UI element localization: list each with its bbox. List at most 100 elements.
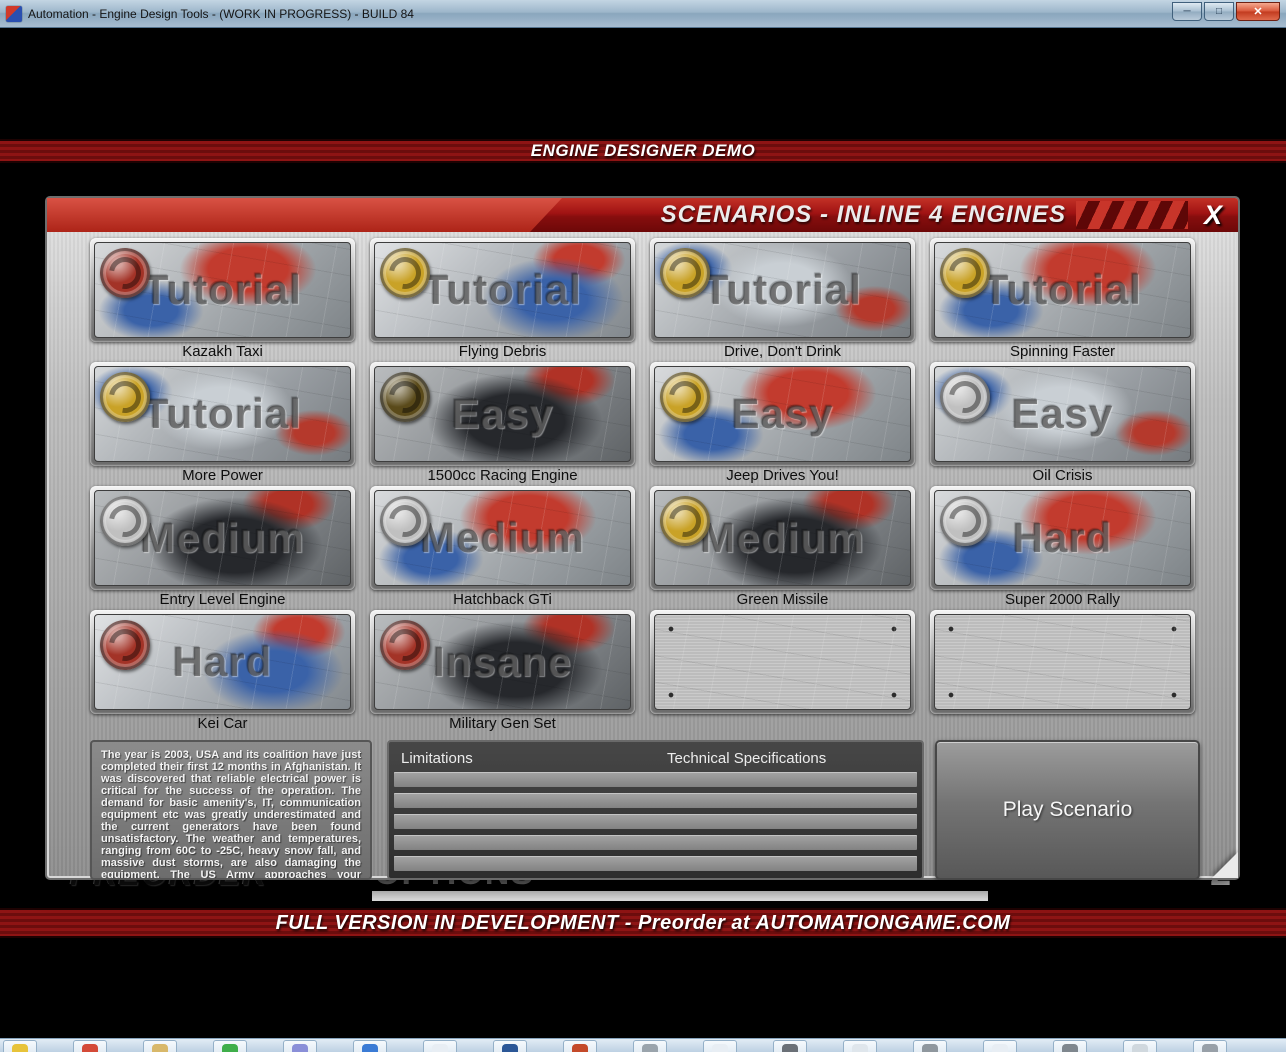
- scenario-name: More Power: [182, 467, 263, 484]
- bottom-banner-label: FULL VERSION IN DEVELOPMENT - Preorder a…: [275, 911, 1011, 934]
- scenario-tile[interactable]: Hard Super 2000 Rally: [930, 486, 1195, 610]
- taskbar-icon[interactable]: [1193, 1040, 1227, 1052]
- scenario-thumbnail: Tutorial: [94, 242, 351, 338]
- scenario-thumbnail: Easy: [934, 366, 1191, 462]
- tile-frame: Tutorial: [650, 238, 915, 342]
- app-icon: [362, 1044, 378, 1052]
- tile-frame: Medium: [90, 486, 355, 590]
- spec-row: [394, 772, 917, 787]
- screen: Automation - Engine Design Tools - (WORK…: [0, 0, 1286, 1052]
- difficulty-medal-icon: [380, 496, 430, 546]
- scenario-thumbnail: [934, 614, 1191, 710]
- scenario-thumbnail: Tutorial: [934, 242, 1191, 338]
- app-icon: [572, 1044, 588, 1052]
- taskbar-icon[interactable]: [213, 1040, 247, 1052]
- dialog-close-button[interactable]: X: [1194, 199, 1232, 231]
- app-icon: [712, 1044, 728, 1052]
- app-icon: [152, 1044, 168, 1052]
- scenario-tile[interactable]: Easy Oil Crisis: [930, 362, 1195, 486]
- taskbar-icon[interactable]: [423, 1040, 457, 1052]
- scenario-tile[interactable]: Insane Military Gen Set: [370, 610, 635, 734]
- tile-frame: Medium: [650, 486, 915, 590]
- taskbar-icon[interactable]: [3, 1040, 37, 1052]
- scenario-tile[interactable]: Tutorial Flying Debris: [370, 238, 635, 362]
- taskbar-icon[interactable]: [73, 1040, 107, 1052]
- play-scenario-button[interactable]: Play Scenario: [935, 740, 1200, 880]
- taskbar-icon[interactable]: [493, 1040, 527, 1052]
- taskbar-icon[interactable]: [773, 1040, 807, 1052]
- tech-specs-header: Technical Specifications: [667, 750, 827, 767]
- tile-frame: [930, 610, 1195, 714]
- window-app-icon: [6, 5, 22, 22]
- scenario-tile[interactable]: Medium Entry Level Engine: [90, 486, 355, 610]
- hazard-stripes-icon: [1076, 201, 1188, 229]
- taskbar-icon[interactable]: [913, 1040, 947, 1052]
- taskbar-icon[interactable]: [563, 1040, 597, 1052]
- app-icon: [432, 1044, 448, 1052]
- empty-scenario-slot: [650, 610, 915, 734]
- scenario-tile[interactable]: Tutorial Kazakh Taxi: [90, 238, 355, 362]
- taskbar-icon[interactable]: [983, 1040, 1017, 1052]
- scenario-name: Super 2000 Rally: [1004, 591, 1121, 608]
- window-close-button[interactable]: ✕: [1236, 2, 1280, 21]
- scenario-name: Green Missile: [736, 591, 829, 608]
- window-maximize-button[interactable]: □: [1204, 2, 1234, 21]
- difficulty-medal-icon: [380, 372, 430, 422]
- app-icon: [922, 1044, 938, 1052]
- app-icon: [292, 1044, 308, 1052]
- tile-frame: Hard: [90, 610, 355, 714]
- scenario-tile[interactable]: Medium Green Missile: [650, 486, 915, 610]
- scenario-name: 1500cc Racing Engine: [427, 467, 578, 484]
- difficulty-medal-icon: [660, 248, 710, 298]
- spec-row: [394, 814, 917, 829]
- limitations-header: Limitations: [401, 750, 473, 767]
- window-minimize-button[interactable]: ─: [1172, 2, 1202, 21]
- spec-row: [394, 835, 917, 850]
- scenario-tile[interactable]: Hard Kei Car: [90, 610, 355, 734]
- scenario-name: Oil Crisis: [1032, 467, 1093, 484]
- scenario-tile[interactable]: Easy Jeep Drives You!: [650, 362, 915, 486]
- app-icon: [992, 1044, 1008, 1052]
- taskbar-icon[interactable]: [283, 1040, 317, 1052]
- app-icon: [1062, 1044, 1078, 1052]
- scenario-tile[interactable]: Tutorial Spinning Faster: [930, 238, 1195, 362]
- dialog-title: SCENARIOS - INLINE 4 ENGINES: [660, 201, 1066, 228]
- difficulty-medal-icon: [660, 496, 710, 546]
- scenario-name: Hatchback GTi: [453, 591, 552, 608]
- scenarios-dialog: SCENARIOS - INLINE 4 ENGINES X Tutorial K…: [45, 196, 1240, 880]
- taskbar-icon[interactable]: [843, 1040, 877, 1052]
- tile-frame: Easy: [650, 362, 915, 466]
- difficulty-medal-icon: [660, 372, 710, 422]
- scenario-thumbnail: Tutorial: [654, 242, 911, 338]
- scenario-tile[interactable]: Tutorial More Power: [90, 362, 355, 486]
- scenario-thumbnail: Medium: [654, 490, 911, 586]
- bottom-banner: FULL VERSION IN DEVELOPMENT - Preorder a…: [0, 908, 1286, 938]
- taskbar-icon[interactable]: [1053, 1040, 1087, 1052]
- scenario-thumbnail: Easy: [374, 366, 631, 462]
- difficulty-medal-icon: [380, 248, 430, 298]
- difficulty-medal-icon: [940, 496, 990, 546]
- taskbar-icon[interactable]: [1123, 1040, 1157, 1052]
- app-icon: [82, 1044, 98, 1052]
- scenario-name: Spinning Faster: [1009, 343, 1116, 360]
- difficulty-medal-icon: [380, 620, 430, 670]
- window-titlebar: Automation - Engine Design Tools - (WORK…: [0, 0, 1286, 28]
- taskbar-icon[interactable]: [633, 1040, 667, 1052]
- scenario-name: Jeep Drives You!: [726, 467, 839, 484]
- difficulty-medal-icon: [940, 372, 990, 422]
- difficulty-medal-icon: [100, 620, 150, 670]
- scenario-tile[interactable]: Easy 1500cc Racing Engine: [370, 362, 635, 486]
- taskbar-icon[interactable]: [143, 1040, 177, 1052]
- taskbar-icon[interactable]: [353, 1040, 387, 1052]
- taskbar-icon[interactable]: [703, 1040, 737, 1052]
- scenario-name: Drive, Don't Drink: [723, 343, 842, 360]
- scenario-tile[interactable]: Tutorial Drive, Don't Drink: [650, 238, 915, 362]
- app-icon: [12, 1044, 28, 1052]
- difficulty-medal-icon: [940, 248, 990, 298]
- scenario-tile[interactable]: Medium Hatchback GTi: [370, 486, 635, 610]
- scenario-thumbnail: Insane: [374, 614, 631, 710]
- difficulty-medal-icon: [100, 248, 150, 298]
- scenario-thumbnail: Easy: [654, 366, 911, 462]
- tile-frame: Tutorial: [370, 238, 635, 342]
- window-title: Automation - Engine Design Tools - (WORK…: [28, 6, 414, 21]
